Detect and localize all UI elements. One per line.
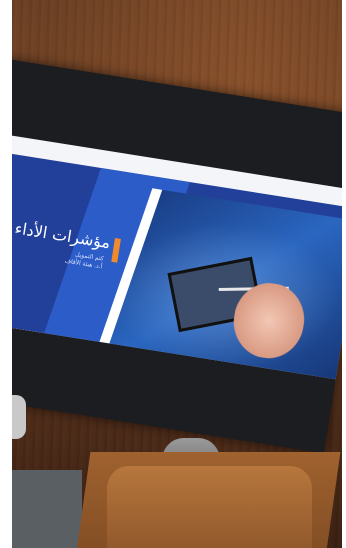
presentation-screen: مؤشرات الأداء كتم التمويل أ.د. هيئة الأق…: [12, 129, 342, 380]
floor: [12, 470, 82, 548]
chair-left: [12, 395, 26, 439]
classroom-photo: مؤشرات الأداء كتم التمويل أ.د. هيئة الأق…: [12, 0, 342, 548]
desk-top: [107, 466, 312, 548]
hand-illustration: [228, 278, 310, 364]
display-monitor: مؤشرات الأداء كتم التمويل أ.د. هيئة الأق…: [12, 55, 342, 454]
photo-scene: مؤشرات الأداء كتم التمويل أ.د. هيئة الأق…: [0, 0, 346, 548]
